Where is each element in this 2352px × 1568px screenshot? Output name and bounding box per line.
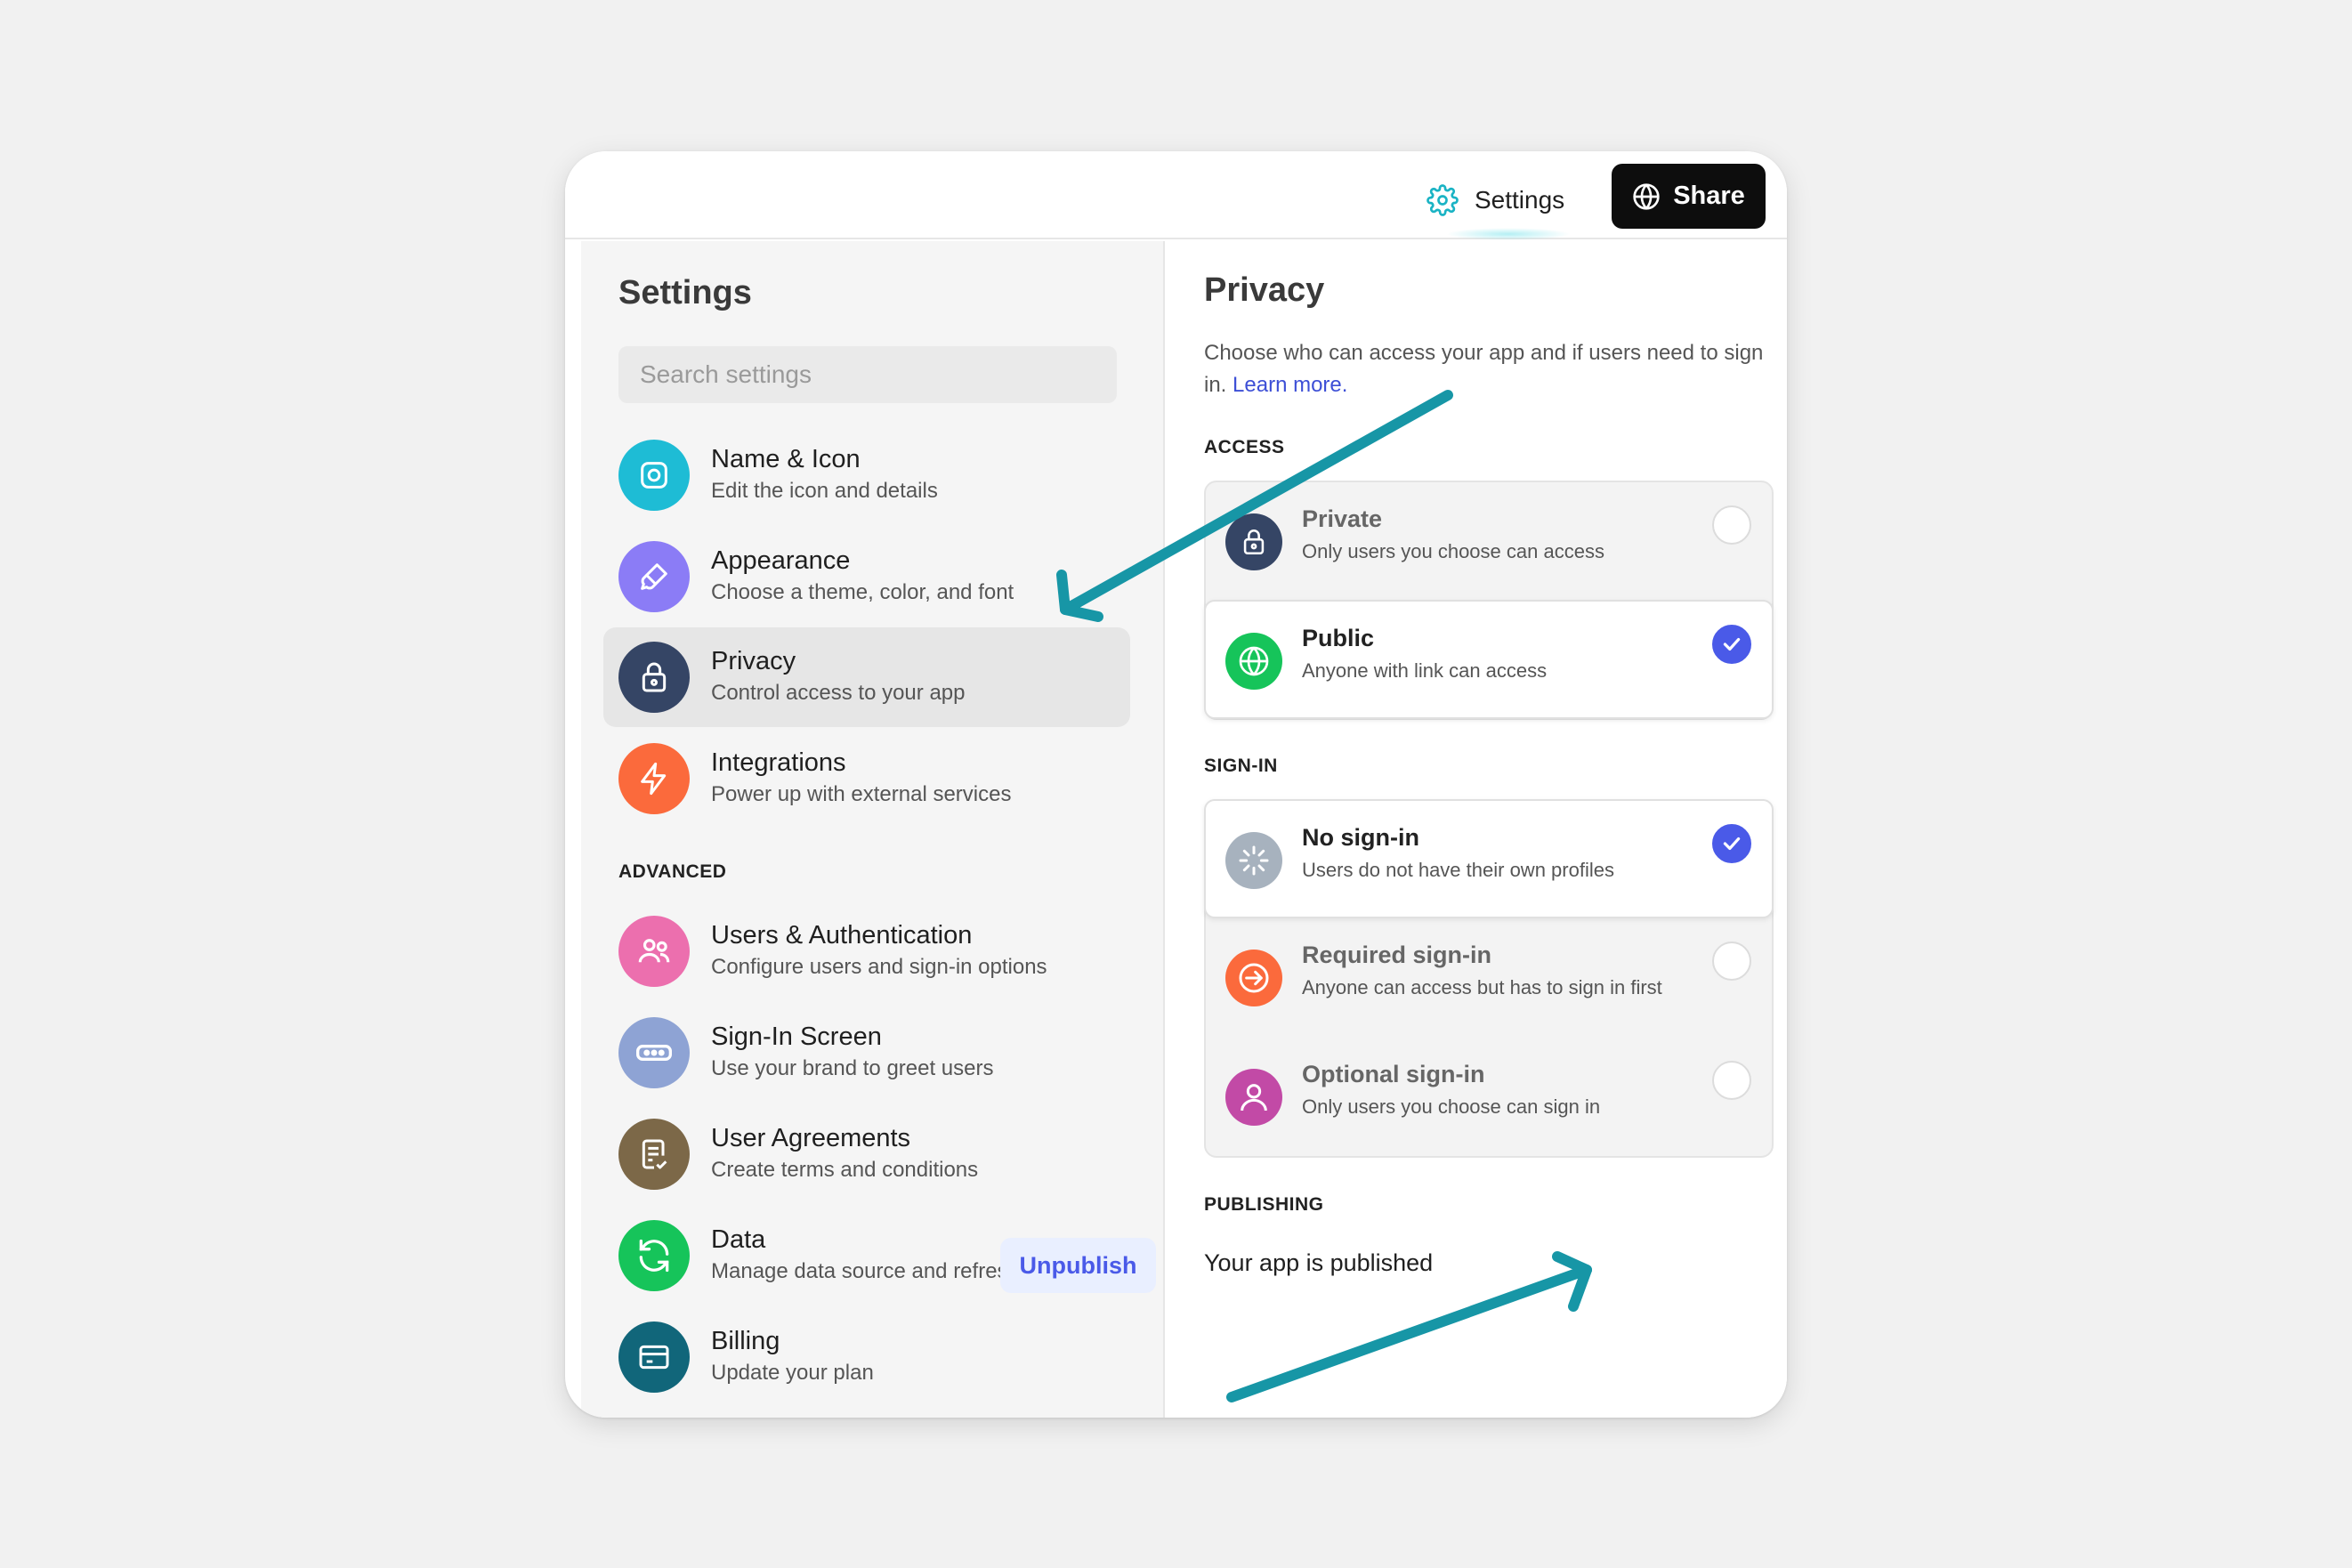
- sidebar-item-sign-in-screen[interactable]: Sign-In Screen Use your brand to greet u…: [603, 1003, 1130, 1103]
- settings-tab[interactable]: Settings: [1427, 178, 1564, 222]
- publish-status-text: Your app is published: [1204, 1249, 1434, 1276]
- checkmark-icon: [1723, 637, 1741, 651]
- sign-in-option-optional[interactable]: Optional sign-in Only users you choose c…: [1206, 1038, 1772, 1157]
- option-title: Public: [1302, 625, 1375, 651]
- sidebar-item-subtitle: Edit the icon and details: [711, 479, 938, 503]
- option-subtitle: Only users you choose can access: [1302, 540, 1604, 562]
- optional-sign-in-radio[interactable]: [1712, 1061, 1751, 1100]
- sign-in-options: No sign-in Users do not have their own p…: [1204, 799, 1774, 1158]
- sidebar-item-privacy[interactable]: Privacy Control access to your app: [603, 627, 1130, 727]
- settings-window: Settings Share Settings Name & Icon Edit…: [565, 151, 1787, 1418]
- lock-icon: [1225, 513, 1282, 570]
- lock-icon: [618, 642, 690, 713]
- refresh-icon: [618, 1220, 690, 1291]
- option-subtitle: Users do not have their own profiles: [1302, 859, 1614, 881]
- sign-in-section-label: SIGN-IN: [1204, 756, 1278, 776]
- sidebar-item-title: Billing: [711, 1327, 780, 1355]
- sidebar-item-subtitle: Configure users and sign-in options: [711, 955, 1047, 979]
- sidebar-title: Settings: [618, 274, 752, 311]
- sidebar-item-title: User Agreements: [711, 1124, 911, 1152]
- sidebar-item-subtitle: Manage data source and refresh: [711, 1259, 1020, 1283]
- option-subtitle: Anyone with link can access: [1302, 659, 1548, 682]
- search-input[interactable]: [618, 346, 1117, 403]
- sidebar-item-billing[interactable]: Billing Update your plan: [603, 1307, 1130, 1407]
- sidebar-item-title: Appearance: [711, 546, 851, 575]
- loader-icon: [1225, 832, 1282, 889]
- advanced-section-label: ADVANCED: [618, 861, 727, 882]
- sidebar-item-subtitle: Create terms and conditions: [711, 1158, 979, 1182]
- sign-in-option-none[interactable]: No sign-in Users do not have their own p…: [1204, 799, 1774, 918]
- publishing-section-label: PUBLISHING: [1204, 1194, 1324, 1215]
- brush-icon: [618, 541, 690, 612]
- globe-icon: [1633, 182, 1660, 210]
- access-section-label: ACCESS: [1204, 437, 1285, 457]
- gear-icon: [1427, 184, 1459, 216]
- privacy-description: Choose who can access your app and if us…: [1204, 337, 1774, 401]
- sidebar-item-subtitle: Use your brand to greet users: [711, 1056, 994, 1080]
- public-radio-checked[interactable]: [1712, 625, 1751, 664]
- sidebar-item-title: Users & Authentication: [711, 921, 973, 950]
- sign-in-icon: [1225, 950, 1282, 1006]
- privacy-panel: Privacy Choose who can access your app a…: [1167, 241, 1787, 1418]
- option-subtitle: Anyone can access but has to sign in fir…: [1302, 976, 1662, 998]
- sidebar-item-users-authentication[interactable]: Users & Authentication Configure users a…: [603, 901, 1130, 1001]
- sign-in-option-required[interactable]: Required sign-in Anyone can access but h…: [1206, 918, 1772, 1038]
- password-icon: [618, 1017, 690, 1088]
- instagram-icon: [618, 440, 690, 511]
- sidebar-item-subtitle: Update your plan: [711, 1361, 874, 1385]
- required-sign-in-radio[interactable]: [1712, 942, 1751, 981]
- bolt-icon: [618, 743, 690, 814]
- unpublish-button[interactable]: Unpublish: [1000, 1238, 1156, 1293]
- sidebar-item-title: Name & Icon: [711, 445, 861, 473]
- sidebar-item-appearance[interactable]: Appearance Choose a theme, color, and fo…: [603, 527, 1130, 626]
- sidebar-item-name-icon[interactable]: Name & Icon Edit the icon and details: [603, 425, 1130, 525]
- option-subtitle: Only users you choose can sign in: [1302, 1095, 1601, 1118]
- sidebar-item-title: Sign-In Screen: [711, 1022, 882, 1051]
- top-bar: Settings Share: [565, 151, 1787, 240]
- page-title: Privacy: [1204, 271, 1325, 309]
- globe-icon: [1225, 633, 1282, 690]
- sidebar-item-user-agreements[interactable]: User Agreements Create terms and conditi…: [603, 1104, 1130, 1204]
- option-title: Optional sign-in: [1302, 1061, 1485, 1087]
- learn-more-link[interactable]: Learn more.: [1233, 373, 1347, 397]
- sidebar-item-subtitle: Choose a theme, color, and font: [711, 580, 1014, 604]
- access-option-private[interactable]: Private Only users you choose can access: [1206, 482, 1772, 602]
- option-title: Required sign-in: [1302, 942, 1492, 968]
- credit-card-icon: [618, 1321, 690, 1393]
- option-title: No sign-in: [1302, 824, 1419, 851]
- share-button-label: Share: [1673, 182, 1745, 210]
- sidebar-item-title: Privacy: [711, 647, 796, 675]
- users-icon: [618, 916, 690, 987]
- active-tab-indicator: [1446, 228, 1571, 240]
- no-sign-in-radio-checked[interactable]: [1712, 824, 1751, 863]
- access-options: Private Only users you choose can access…: [1204, 481, 1774, 720]
- private-radio[interactable]: [1712, 505, 1751, 545]
- share-button[interactable]: Share: [1612, 164, 1766, 229]
- sidebar-item-subtitle: Power up with external services: [711, 782, 1012, 806]
- sidebar-item-title: Integrations: [711, 748, 846, 777]
- sidebar-item-integrations[interactable]: Integrations Power up with external serv…: [603, 729, 1130, 828]
- checkmark-icon: [1723, 837, 1741, 851]
- option-title: Private: [1302, 505, 1383, 532]
- settings-tab-label: Settings: [1475, 186, 1565, 214]
- sidebar-item-subtitle: Control access to your app: [711, 681, 966, 705]
- document-check-icon: [618, 1119, 690, 1190]
- user-icon: [1225, 1069, 1282, 1126]
- access-option-public[interactable]: Public Anyone with link can access: [1204, 600, 1774, 719]
- sidebar-item-title: Data: [711, 1225, 766, 1254]
